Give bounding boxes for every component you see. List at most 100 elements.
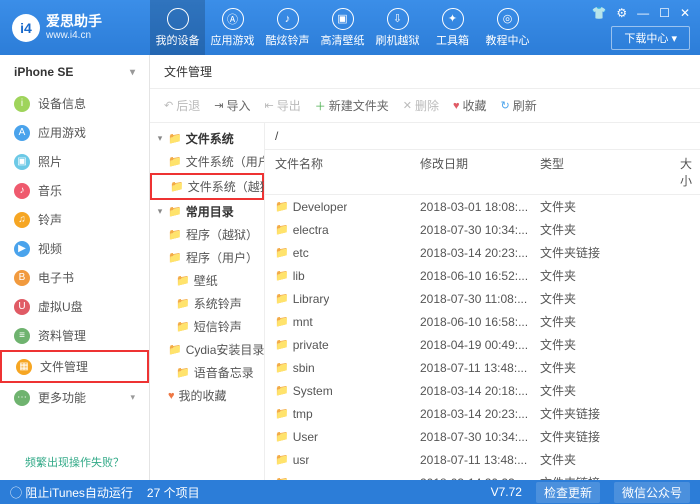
check-update-button[interactable]: 检查更新 [536, 482, 600, 503]
col-date[interactable]: 修改日期 [420, 155, 540, 189]
sidebar-item-10[interactable]: ⋯更多功能▾ [0, 383, 149, 412]
folder-icon: 📁 [168, 132, 182, 145]
toolbar-新建文件夹[interactable]: ＋新建文件夹 [315, 97, 389, 114]
col-size[interactable]: 大小 [680, 155, 692, 189]
window-control-icon[interactable]: ⚙ [616, 6, 627, 20]
col-type[interactable]: 类型 [540, 155, 680, 189]
toolbar-icon: ⇤ [264, 99, 273, 112]
file-date: 2018-07-30 10:34:... [420, 430, 540, 444]
toolbar-label: 导入 [226, 97, 250, 114]
nav-0[interactable]: 我的设备 [150, 0, 205, 55]
folder-icon: 📁 [275, 453, 289, 466]
file-row[interactable]: 📁var2018-03-14 20:23:...文件夹链接 [265, 471, 700, 480]
folder-tree: ▾📁文件系统📁文件系统（用户）📁文件系统（越狱）▾📁常用目录📁程序（越狱）📁程序… [150, 123, 265, 480]
tree-item-5[interactable]: 📁程序（用户） [150, 246, 264, 269]
file-row[interactable]: 📁mnt2018-06-10 16:58:...文件夹 [265, 310, 700, 333]
tree-item-7[interactable]: 📁系统铃声 [150, 292, 264, 315]
tree-label: 常用目录 [186, 203, 234, 220]
toolbar-刷新[interactable]: ↻刷新 [501, 97, 537, 114]
file-row[interactable]: 📁Library2018-07-30 11:08:...文件夹 [265, 287, 700, 310]
sidebar-item-3[interactable]: ♪音乐 [0, 176, 149, 205]
sidebar-item-9[interactable]: ▦文件管理 [0, 350, 149, 383]
file-type: 文件夹链接 [540, 405, 680, 422]
file-name: usr [293, 453, 310, 467]
nav-1[interactable]: Ⓐ应用游戏 [205, 0, 260, 55]
window-control-icon[interactable]: 👕 [591, 6, 606, 20]
file-row[interactable]: 📁System2018-03-14 20:18:...文件夹 [265, 379, 700, 402]
sidebar-item-1[interactable]: A应用游戏 [0, 118, 149, 147]
tree-item-10[interactable]: 📁语音备忘录 [150, 361, 264, 384]
file-date: 2018-06-10 16:52:... [420, 269, 540, 283]
tree-item-3[interactable]: ▾📁常用目录 [150, 200, 264, 223]
sidebar-icon: ▦ [16, 359, 32, 375]
sidebar-item-0[interactable]: i设备信息 [0, 89, 149, 118]
window-controls: 👕 ⚙ — ☐ ✕ [591, 6, 690, 20]
sidebar-icon: U [14, 299, 30, 315]
file-row[interactable]: 📁etc2018-03-14 20:23:...文件夹链接 [265, 241, 700, 264]
nav-5[interactable]: ✦工具箱 [425, 0, 480, 55]
main-nav: 我的设备Ⓐ应用游戏♪酷炫铃声▣高清壁纸 ⇩ 刷机越狱 ✦工具箱◎教程中心 [150, 0, 535, 55]
nav-icon: ▣ [332, 8, 354, 30]
sidebar-item-2[interactable]: ▣照片 [0, 147, 149, 176]
file-date: 2018-07-11 13:48:... [420, 453, 540, 467]
sidebar-item-5[interactable]: ▶视频 [0, 234, 149, 263]
tree-item-11[interactable]: ♥ 我的收藏 [150, 384, 264, 407]
nav-2[interactable]: ♪酷炫铃声 [260, 0, 315, 55]
sidebar-icon: ♫ [14, 212, 30, 228]
file-type: 文件夹 [540, 290, 680, 307]
window-control-icon[interactable]: ✕ [680, 6, 690, 20]
download-center-button[interactable]: 下载中心 ▾ [611, 26, 690, 50]
file-row[interactable]: 📁usr2018-07-11 13:48:...文件夹 [265, 448, 700, 471]
window-control-icon[interactable]: — [637, 6, 649, 20]
help-link[interactable]: 频繁出现操作失败？ [25, 457, 124, 469]
tree-item-1[interactable]: 📁文件系统（用户） [150, 150, 264, 173]
itunes-block-toggle[interactable]: ◯ 阻止iTunes自动运行 [10, 484, 133, 501]
tree-item-2[interactable]: 📁文件系统（越狱） [150, 173, 264, 200]
tree-item-4[interactable]: 📁程序（越狱） [150, 223, 264, 246]
folder-icon: 📁 [275, 315, 289, 328]
window-control-icon[interactable]: ☐ [659, 6, 670, 20]
sidebar-item-4[interactable]: ♫铃声 [0, 205, 149, 234]
sidebar-item-7[interactable]: U虚拟U盘 [0, 292, 149, 321]
status-bar: ◯ 阻止iTunes自动运行 27 个项目 V7.72 检查更新 微信公众号 [0, 480, 700, 504]
sidebar-label: 资料管理 [38, 327, 86, 344]
file-row[interactable]: 📁User2018-07-30 10:34:...文件夹链接 [265, 425, 700, 448]
nav-3[interactable]: ▣高清壁纸 [315, 0, 370, 55]
tree-item-9[interactable]: 📁Cydia安装目录 [150, 338, 264, 361]
nav-label: 刷机越狱 [376, 32, 420, 48]
heart-icon: ♥ [168, 390, 175, 402]
nav-4[interactable]: ⇩ 刷机越狱 [370, 0, 425, 55]
device-title[interactable]: iPhone SE ▾ [0, 55, 149, 89]
file-row[interactable]: 📁electra2018-07-30 10:34:...文件夹 [265, 218, 700, 241]
file-row[interactable]: 📁private2018-04-19 00:49:...文件夹 [265, 333, 700, 356]
sidebar-label: 音乐 [38, 182, 62, 199]
sidebar-item-8[interactable]: ≡资料管理 [0, 321, 149, 350]
file-type: 文件夹 [540, 221, 680, 238]
device-name: iPhone SE [14, 65, 73, 79]
file-row[interactable]: 📁sbin2018-07-11 13:48:...文件夹 [265, 356, 700, 379]
wechat-button[interactable]: 微信公众号 [614, 482, 690, 503]
tree-label: 语音备忘录 [194, 364, 254, 381]
nav-label: 工具箱 [436, 32, 469, 48]
file-row[interactable]: 📁lib2018-06-10 16:52:...文件夹 [265, 264, 700, 287]
toolbar-导入[interactable]: ⇥导入 [214, 97, 250, 114]
file-row[interactable]: 📁Developer2018-03-01 18:08:...文件夹 [265, 195, 700, 218]
folder-icon: 📁 [275, 292, 289, 305]
toolbar-icon: ＋ [315, 98, 326, 114]
file-name: tmp [293, 407, 313, 421]
nav-6[interactable]: ◎教程中心 [480, 0, 535, 55]
col-name[interactable]: 文件名称 [275, 155, 420, 189]
toolbar-收藏[interactable]: ♥收藏 [453, 97, 487, 114]
toolbar-label: 导出 [277, 97, 301, 114]
file-name: System [293, 384, 333, 398]
nav-icon: ⇩ [387, 8, 409, 30]
path-bar[interactable]: / [265, 123, 700, 150]
tree-label: 我的收藏 [179, 387, 227, 404]
toolbar-label: 新建文件夹 [329, 97, 389, 114]
tree-item-0[interactable]: ▾📁文件系统 [150, 127, 264, 150]
folder-icon: 📁 [275, 430, 289, 443]
sidebar-item-6[interactable]: B电子书 [0, 263, 149, 292]
tree-item-8[interactable]: 📁短信铃声 [150, 315, 264, 338]
tree-item-6[interactable]: 📁壁纸 [150, 269, 264, 292]
file-row[interactable]: 📁tmp2018-03-14 20:23:...文件夹链接 [265, 402, 700, 425]
